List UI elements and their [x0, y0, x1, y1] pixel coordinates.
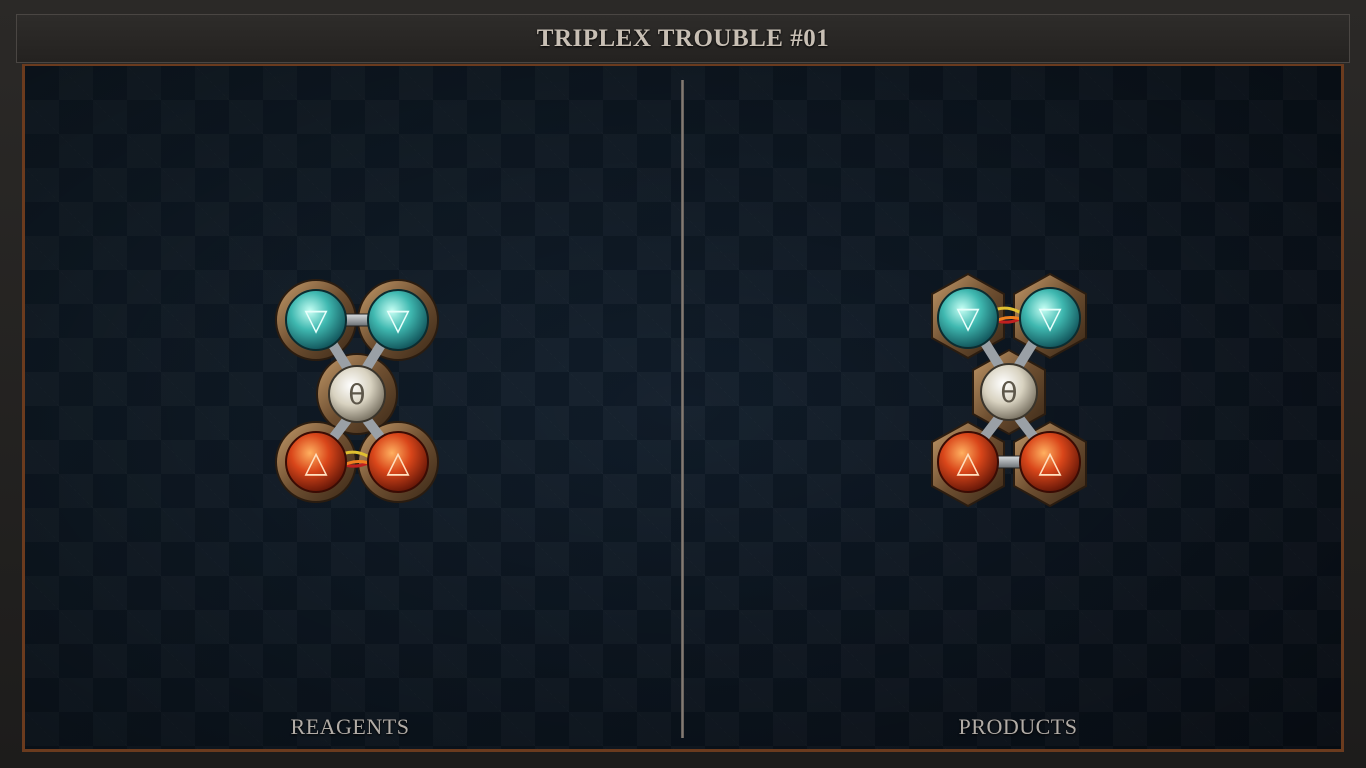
atom-water[interactable]: ▽	[1019, 287, 1081, 349]
products-label: PRODUCTS	[958, 714, 1078, 739]
title-bar: TRIPLEX TROUBLE #01	[16, 14, 1350, 63]
water-symbol-icon: ▽	[304, 303, 327, 338]
panel-divider	[681, 80, 684, 738]
atom-fire[interactable]: △	[367, 431, 429, 493]
salt-symbol-icon: θ	[348, 378, 365, 411]
atom-water[interactable]: ▽	[285, 289, 347, 351]
fire-symbol-icon: △	[386, 445, 409, 480]
atom-fire[interactable]: △	[1019, 431, 1081, 493]
atom-fire[interactable]: △	[937, 431, 999, 493]
product-molecule[interactable]: ▽ ▽ θ △ △	[924, 272, 1094, 510]
fire-symbol-icon: △	[304, 445, 327, 480]
atom-fire[interactable]: △	[285, 431, 347, 493]
water-symbol-icon: ▽	[1038, 301, 1061, 336]
puzzle-title: TRIPLEX TROUBLE #01	[536, 24, 830, 52]
atom-salt[interactable]: θ	[328, 365, 386, 423]
salt-symbol-icon: θ	[1000, 376, 1017, 409]
reagent-molecule[interactable]: ▽ ▽ θ △ △	[272, 276, 442, 512]
water-symbol-icon: ▽	[386, 303, 409, 338]
atom-salt[interactable]: θ	[980, 363, 1038, 421]
atom-water[interactable]: ▽	[937, 287, 999, 349]
reagents-label: REAGENTS	[290, 714, 410, 739]
water-symbol-icon: ▽	[956, 301, 979, 336]
fire-symbol-icon: △	[1038, 445, 1061, 480]
atom-water[interactable]: ▽	[367, 289, 429, 351]
fire-symbol-icon: △	[956, 445, 979, 480]
